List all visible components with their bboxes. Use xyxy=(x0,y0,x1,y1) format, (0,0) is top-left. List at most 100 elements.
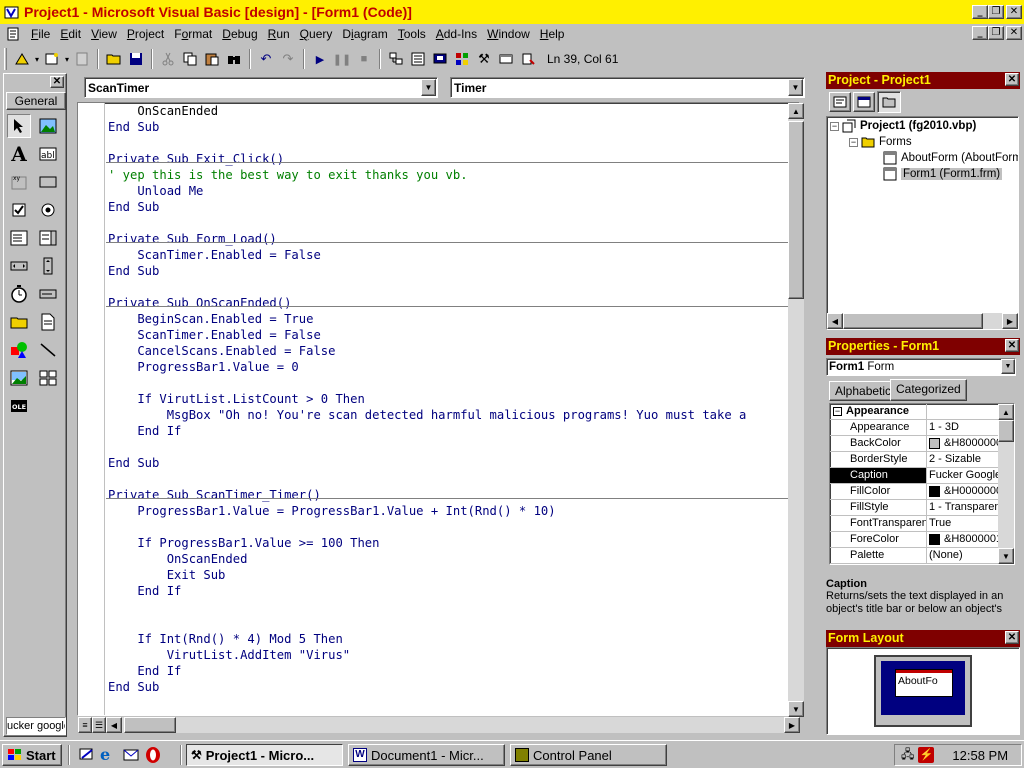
find-icon[interactable] xyxy=(223,48,245,70)
code-editor[interactable]: OnScanEnded End Sub Private Sub Exit_Click… xyxy=(77,102,800,716)
pause-icon[interactable]: ❚❚ xyxy=(331,48,353,70)
code-line[interactable]: End Sub xyxy=(108,679,746,695)
code-line[interactable]: Private Sub ScanTimer_Timer() xyxy=(108,487,746,503)
menu-help[interactable]: Help xyxy=(535,27,570,41)
properties-vertical-scrollbar[interactable]: ▲ ▼ xyxy=(998,404,1014,564)
code-line[interactable]: If Int(Rnd() * 4) Mod 5 Then xyxy=(108,631,746,647)
task-button-project1[interactable]: ⚒ Project1 - Micro... xyxy=(186,744,343,766)
project-tree[interactable]: − Project1 (fg2010.vbp) − Forms AboutFor… xyxy=(826,116,1019,330)
procedure-view-icon[interactable]: ≡ xyxy=(78,717,92,733)
vscrollbar-tool-icon[interactable] xyxy=(36,254,60,278)
category-row[interactable]: − Appearance xyxy=(830,404,1002,420)
code-line[interactable]: VirutList.AddItem "Virus" xyxy=(108,647,746,663)
property-row[interactable]: FillColor &H0000000 xyxy=(830,484,1002,500)
procedure-combo[interactable]: Timer ▼ xyxy=(450,77,805,98)
toggle-folders-icon[interactable] xyxy=(877,91,901,113)
code-line[interactable]: Private Sub OnScanEnded() xyxy=(108,295,746,311)
code-line[interactable] xyxy=(108,471,746,487)
code-line[interactable] xyxy=(108,215,746,231)
view-object-icon[interactable] xyxy=(853,92,875,112)
chevron-down-icon[interactable]: ▼ xyxy=(421,79,436,96)
menu-add-ins[interactable]: Add-Ins xyxy=(431,27,482,41)
code-line[interactable] xyxy=(108,135,746,151)
outlook-express-icon[interactable] xyxy=(122,746,140,764)
dropdown-arrow-icon[interactable]: ▾ xyxy=(63,48,71,70)
project-panel-title[interactable]: Project - Project1 ✕ xyxy=(826,72,1020,89)
code-line[interactable]: MsgBox "Oh no! You're scan detected harm… xyxy=(108,407,747,423)
code-gutter[interactable] xyxy=(78,103,105,715)
dropdown-arrow-icon[interactable]: ▾ xyxy=(33,48,41,70)
menu-view[interactable]: View xyxy=(86,27,122,41)
network-icon[interactable]: 🖧 xyxy=(901,745,914,766)
property-value[interactable]: &H8000000 xyxy=(927,436,1002,451)
ole-tool-icon[interactable]: OLE xyxy=(7,394,31,418)
code-horizontal-scrollbar[interactable]: ◀ ▶ xyxy=(106,717,800,733)
property-value[interactable]: Fucker Google xyxy=(927,468,1002,483)
pointer-tool-icon[interactable] xyxy=(7,114,31,138)
code-line[interactable]: End Sub xyxy=(108,199,746,215)
object-combo[interactable]: ScanTimer ▼ xyxy=(84,77,438,98)
code-line[interactable]: End If xyxy=(108,663,746,679)
menu-query[interactable]: Query xyxy=(295,27,338,41)
scroll-thumb[interactable] xyxy=(788,121,804,299)
label-tool-icon[interactable]: A xyxy=(7,142,31,166)
toolbar-grip[interactable] xyxy=(4,48,7,70)
code-line[interactable]: End If xyxy=(108,423,746,439)
image-tool-icon[interactable] xyxy=(7,366,31,390)
textbox-tool-icon[interactable]: abl xyxy=(36,142,60,166)
show-desktop-icon[interactable] xyxy=(78,746,96,764)
property-row[interactable]: Caption Fucker Google xyxy=(830,468,1002,484)
task-button-document1[interactable]: W Document1 - Micr... xyxy=(348,744,505,766)
hscrollbar-tool-icon[interactable] xyxy=(7,254,31,278)
property-row[interactable]: BorderStyle 2 - Sizable xyxy=(830,452,1002,468)
view-code-icon[interactable] xyxy=(829,92,851,112)
menu-run[interactable]: Run xyxy=(263,27,295,41)
internet-explorer-icon[interactable]: e xyxy=(100,746,118,764)
task-button-control-panel[interactable]: Control Panel xyxy=(510,744,667,766)
menu-debug[interactable]: Debug xyxy=(217,27,262,41)
copy-icon[interactable] xyxy=(179,48,201,70)
collapse-icon[interactable]: − xyxy=(830,121,839,131)
chevron-down-icon[interactable]: ▼ xyxy=(788,79,803,96)
properties-panel-title[interactable]: Properties - Form1 ✕ xyxy=(826,338,1020,355)
property-row[interactable]: FontTransparen True xyxy=(830,516,1002,532)
form-preview[interactable]: AboutFo xyxy=(895,669,953,697)
scroll-down-icon[interactable]: ▼ xyxy=(788,701,804,717)
code-vertical-scrollbar[interactable]: ▲ ▼ xyxy=(788,103,804,717)
tree-folder-forms[interactable]: − Forms xyxy=(849,135,912,149)
add-form-icon[interactable] xyxy=(41,48,63,70)
tree-item-aboutform[interactable]: AboutForm (AboutForm xyxy=(883,151,1018,165)
code-line[interactable] xyxy=(108,519,746,535)
scroll-up-icon[interactable]: ▲ xyxy=(788,103,804,119)
shape-tool-icon[interactable] xyxy=(7,338,31,362)
form-layout-icon[interactable] xyxy=(429,48,451,70)
code-line[interactable]: ' yep this is the best way to exit thank… xyxy=(108,167,746,183)
menu-project[interactable]: Project xyxy=(122,27,169,41)
form-layout-area[interactable]: AboutFo xyxy=(826,647,1020,735)
scroll-right-icon[interactable]: ▶ xyxy=(1002,313,1018,329)
mdi-close-button[interactable]: ✕ xyxy=(1006,26,1022,40)
project-horizontal-scrollbar[interactable]: ◀ ▶ xyxy=(827,313,1018,329)
code-line[interactable] xyxy=(108,439,746,455)
property-value[interactable]: (None) xyxy=(927,548,1002,563)
code-lines[interactable]: OnScanEnded End Sub Private Sub Exit_Click… xyxy=(108,103,746,695)
object-browser-icon[interactable] xyxy=(451,48,473,70)
scroll-thumb[interactable] xyxy=(843,313,983,329)
properties-window-icon[interactable] xyxy=(407,48,429,70)
code-line[interactable]: ProgressBar1.Value = 0 xyxy=(108,359,746,375)
mdi-minimize-button[interactable]: _ xyxy=(972,26,988,40)
menu-tools[interactable]: Tools xyxy=(393,27,431,41)
property-row[interactable]: ForeColor &H8000001 xyxy=(830,532,1002,548)
code-line[interactable]: Exit Sub xyxy=(108,567,746,583)
menu-edit[interactable]: Edit xyxy=(55,27,86,41)
title-bar[interactable]: Project1 - Microsoft Visual Basic [desig… xyxy=(0,0,1024,24)
save-icon[interactable] xyxy=(125,48,147,70)
form-layout-close-button[interactable]: ✕ xyxy=(1005,631,1019,644)
code-line[interactable]: End Sub xyxy=(108,119,746,135)
code-line[interactable]: End If xyxy=(108,583,746,599)
code-line[interactable]: If VirutList.ListCount > 0 Then xyxy=(108,391,746,407)
property-row[interactable]: BackColor &H8000000 xyxy=(830,436,1002,452)
close-button[interactable]: ✕ xyxy=(1006,5,1022,19)
scroll-left-icon[interactable]: ◀ xyxy=(106,717,122,733)
form-layout-panel-title[interactable]: Form Layout ✕ xyxy=(826,630,1020,647)
